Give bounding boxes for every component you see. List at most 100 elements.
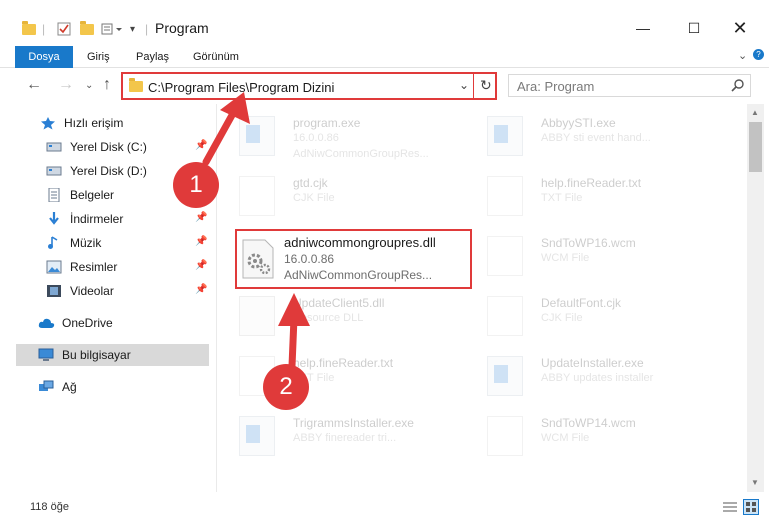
status-bar: 118 öğe [0,492,769,529]
tab-share[interactable]: Paylaş [136,46,169,68]
sidebar-item-label: Resimler [70,260,118,274]
file-type: CJK File [293,192,335,204]
sidebar-item-this-pc[interactable]: Bu bilgisayar [16,344,209,366]
window-title: Program [155,20,209,36]
title-bar: | ▾ | Program — ☐ ✕ [0,0,769,46]
search-placeholder: Ara: Program [517,79,595,94]
sidebar-item-label: İndirmeler [70,212,124,226]
file-name: DefaultFont.cjk [541,296,622,310]
file-item[interactable]: help.fineReader.txt TXT File [481,170,706,226]
tab-file[interactable]: Dosya [15,46,73,68]
documents-icon [46,187,62,203]
customize-toolbar-icon[interactable] [101,20,123,38]
back-button[interactable]: ← [26,76,42,94]
separator: | [42,22,46,36]
folder-icon [22,20,36,38]
sidebar-item-drive-c[interactable]: Yerel Disk (C:) [46,136,209,158]
refresh-icon[interactable]: ↻ [480,77,492,94]
file-icon [487,416,523,456]
file-item[interactable]: gtd.cjk CJK File [233,170,458,226]
file-description: AdNiwCommonGroupRes... [284,268,433,282]
scroll-up-icon[interactable]: ▲ [751,108,759,117]
navigation-pane: Hızlı erişim Yerel Disk (C:) 📌 Yerel Dis… [0,104,215,492]
new-folder-icon[interactable] [80,20,94,38]
file-name: UpdateInstaller.exe [541,356,644,370]
ribbon-tabs: Dosya Giriş Paylaş Görünüm ⌄ ? [0,46,769,68]
dll-icon [241,239,275,279]
exe-icon [487,356,523,396]
network-icon [38,380,54,394]
details-view-icon[interactable] [723,501,737,516]
address-dropdown-icon[interactable]: ⌄ [459,78,469,92]
file-description: Resource DLL [293,312,364,324]
sidebar-item-label: Videolar [70,284,114,298]
file-name: program.exe [293,116,361,130]
file-icon [239,176,275,216]
exe-icon [487,116,523,156]
address-path: C:\Program Files\Program Dizini [148,80,335,95]
file-item[interactable]: AbbyySTI.exe ABBY sti event hand... [481,110,706,166]
properties-icon[interactable] [57,20,71,38]
sidebar-item-onedrive[interactable]: OneDrive [38,312,209,334]
address-bar[interactable]: C:\Program Files\Program Dizini ⌄ ↻ [121,72,497,100]
star-icon [40,116,56,130]
sidebar-item-music[interactable]: Müzik [46,232,209,254]
maximize-button[interactable]: ☐ [671,14,717,42]
sidebar-item-label: Bu bilgisayar [62,348,131,362]
help-icon[interactable]: ? [753,49,764,60]
file-name: help.fineReader.txt [541,176,642,190]
sidebar-item-videos[interactable]: Videolar [46,280,209,302]
search-input[interactable]: Ara: Program [508,74,751,97]
file-type: WCM File [541,252,590,264]
file-type: TXT File [541,192,583,204]
download-icon [46,212,62,226]
scroll-down-icon[interactable]: ▼ [751,478,759,487]
music-icon [46,236,62,250]
file-item[interactable]: program.exe 16.0.0.86 AdNiwCommonGroupRe… [233,110,458,166]
sidebar-item-network[interactable]: Ağ [38,376,209,398]
step-badge-2: 2 [263,364,309,410]
vertical-scrollbar[interactable]: ▲ ▼ [747,104,764,492]
tab-home[interactable]: Giriş [87,46,110,68]
file-item[interactable]: DefaultFont.cjk CJK File [481,290,706,346]
pictures-icon [46,260,62,274]
file-item[interactable]: UpdateClient5.dll Resource DLL [233,290,458,346]
file-name: SndToWP16.wcm [541,236,636,250]
pin-icon[interactable]: 📌 [195,236,207,247]
file-list: program.exe 16.0.0.86 AdNiwCommonGroupRe… [217,104,747,492]
expand-ribbon-icon[interactable]: ⌄ [738,49,747,62]
sidebar-item-label: Hızlı erişim [64,116,124,130]
minimize-button[interactable]: — [620,14,666,42]
tab-view[interactable]: Görünüm [193,46,239,68]
file-icon [487,296,523,336]
file-item[interactable]: SndToWP16.wcm WCM File [481,230,706,286]
pin-icon[interactable]: 📌 [195,212,207,223]
recent-locations-icon[interactable]: ⌄ [85,80,93,91]
pin-icon[interactable]: 📌 [195,140,207,151]
large-icons-view-icon[interactable] [743,499,759,515]
sidebar-item-downloads[interactable]: İndirmeler [46,208,209,230]
file-name: help.fineReader.txt [293,356,394,370]
file-description: ABBY sti event hand... [541,132,651,144]
up-button[interactable]: ↑ [103,76,111,94]
pin-icon[interactable]: 📌 [195,260,207,271]
file-description: AdNiwCommonGroupRes... [293,148,429,160]
videos-icon [46,284,62,298]
close-button[interactable]: ✕ [717,14,763,42]
file-type: WCM File [541,432,590,444]
sidebar-item-quick-access[interactable]: Hızlı erişim [40,112,209,134]
scrollbar-thumb[interactable] [749,122,762,172]
item-count: 118 öğe [30,501,69,513]
file-item[interactable]: SndToWP14.wcm WCM File [481,410,706,466]
sidebar-item-pictures[interactable]: Resimler [46,256,209,278]
qa-dropdown-icon[interactable]: ▾ [130,20,135,38]
forward-button[interactable]: → [58,76,74,94]
highlighted-dll-file[interactable]: adniwcommongroupres.dll 16.0.0.86 AdNiwC… [235,229,472,289]
file-item[interactable]: UpdateInstaller.exe ABBY updates install… [481,350,706,406]
computer-icon [38,348,54,362]
step-badge-1: 1 [173,162,219,208]
file-name: UpdateClient5.dll [293,296,385,310]
file-item[interactable]: TrigrammsInstaller.exe ABBY finereader t… [233,410,458,466]
search-icon[interactable] [731,78,745,95]
pin-icon[interactable]: 📌 [195,284,207,295]
